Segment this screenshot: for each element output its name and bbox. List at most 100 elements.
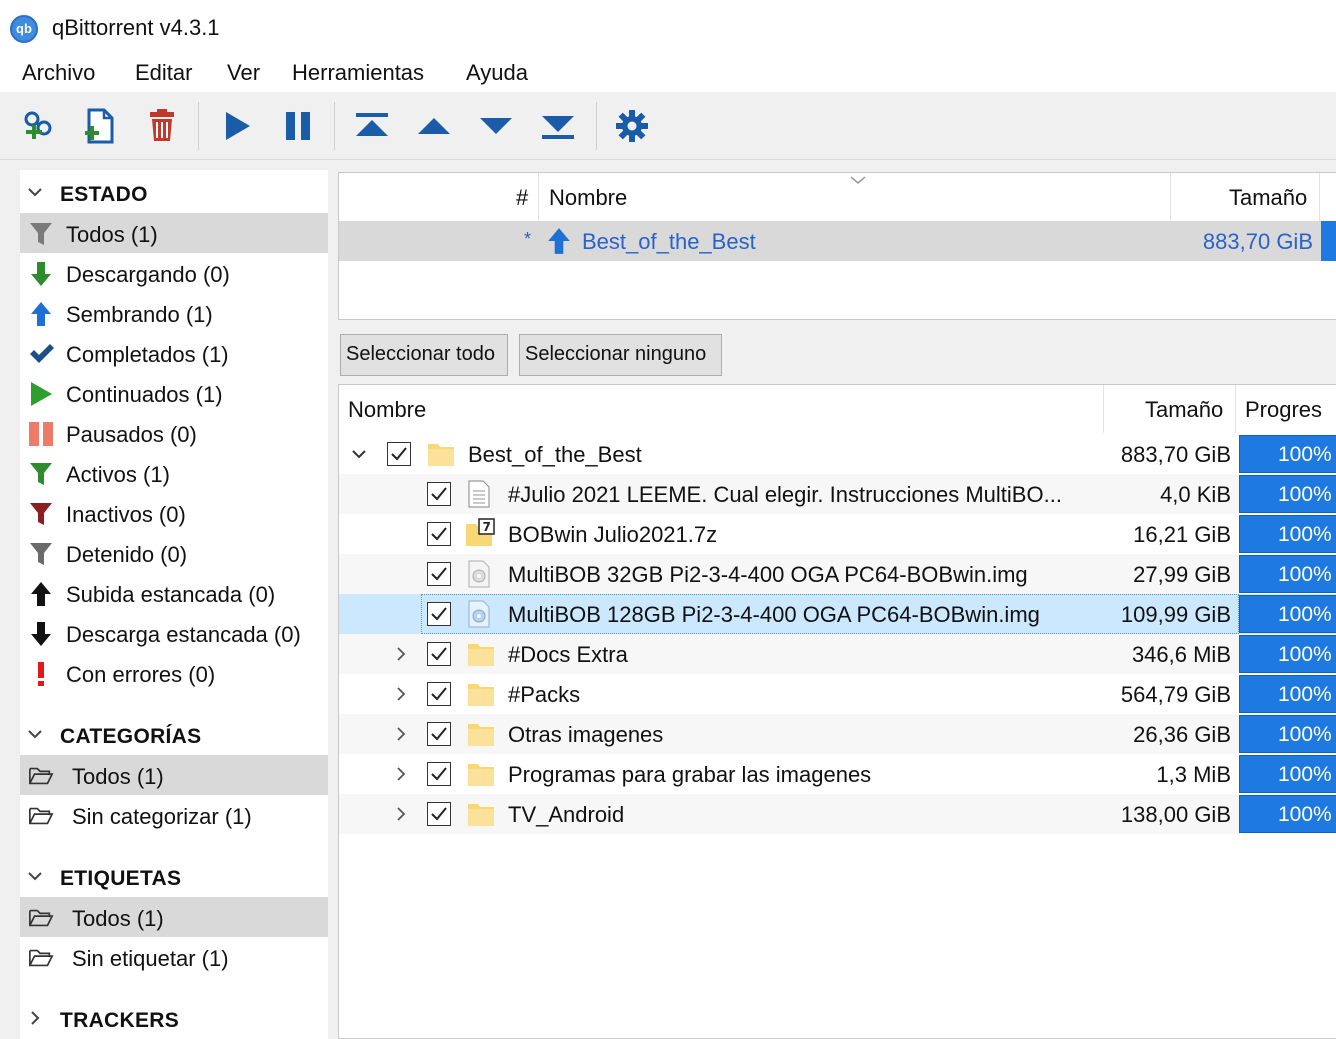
select-all-button[interactable]: Seleccionar todo [340,334,508,376]
file-row[interactable]: #Packs 564,79 GiB 100% [339,674,1336,714]
archive-file-icon: 7 [466,518,495,546]
sidebar-item-inactivos[interactable]: Inactivos (0) [20,493,328,533]
sidebar-category-todos[interactable]: Todos (1) [20,755,328,795]
sidebar-item-label: Inactivos (0) [66,502,186,527]
chevron-right-icon[interactable] [391,644,411,664]
file-row[interactable]: Best_of_the_Best 883,70 GiB 100% [339,434,1336,474]
file-checkbox[interactable] [427,762,451,786]
chevron-right-icon[interactable] [391,804,411,824]
sidebar-tag-todos[interactable]: Todos (1) [20,897,328,937]
move-up-icon[interactable] [412,104,456,148]
folder-icon [468,684,494,706]
sidebar-item-completados[interactable]: Completados (1) [20,333,328,373]
seeding-upload-icon [548,228,570,254]
file-checkbox[interactable] [427,642,451,666]
folder-icon [428,444,454,466]
sidebar-item-activos[interactable]: Activos (1) [20,453,328,493]
chevron-right-icon[interactable] [391,724,411,744]
file-checkbox[interactable] [427,482,451,506]
column-separator [1103,385,1104,433]
toolbar-separator [334,102,335,150]
sidebar-item-descargando[interactable]: Descargando (0) [20,253,328,293]
move-bottom-icon[interactable] [536,104,580,148]
select-none-button[interactable]: Seleccionar ninguno [519,334,722,376]
chevron-right-icon[interactable] [391,764,411,784]
chevron-down-icon [28,872,42,881]
file-checkbox[interactable] [427,562,451,586]
play-icon [28,381,54,407]
filter-icon [28,221,54,247]
sidebar-item-detenido[interactable]: Detenido (0) [20,533,328,573]
file-size: 109,99 GiB [1120,602,1231,627]
section-trackers-header[interactable]: TRACKERS [20,999,328,1039]
section-estado-header[interactable]: ESTADO [20,173,328,213]
file-row[interactable]: #Docs Extra 346,6 MiB 100% [339,634,1336,674]
sidebar-item-label: Pausados (0) [66,422,197,447]
section-trackers-title: TRACKERS [60,1009,180,1032]
file-row-selected[interactable]: MultiBOB 128GB Pi2-3-4-400 OGA PC64-BOBw… [339,594,1336,634]
folder-icon [468,724,494,746]
chevron-down-icon [28,188,42,197]
menu-ver[interactable]: Ver [227,60,260,86]
folder-icon [468,644,494,666]
settings-gear-icon[interactable] [610,104,654,148]
file-row[interactable]: Programas para grabar las imagenes 1,3 M… [339,754,1336,794]
delete-icon[interactable] [140,104,184,148]
file-checkbox[interactable] [427,522,451,546]
sidebar-item-todos[interactable]: Todos (1) [20,213,328,253]
torrent-name: Best_of_the_Best [582,229,756,254]
chevron-right-icon[interactable] [391,684,411,704]
sidebar-tag-sin-etiquetar[interactable]: Sin etiquetar (1) [20,937,328,977]
pause-icon [28,421,54,447]
add-link-icon[interactable] [16,104,60,148]
resume-icon[interactable] [214,104,258,148]
sidebar-item-label: Todos (1) [72,764,164,789]
column-header-progress[interactable]: Progres [1245,397,1322,423]
file-checkbox[interactable] [427,722,451,746]
upload-arrow-icon [28,301,54,327]
file-name: #Docs Extra [508,642,628,667]
toolbar-separator [198,102,199,150]
sidebar-item-label: Subida estancada (0) [66,582,276,607]
move-down-icon[interactable] [474,104,518,148]
sidebar-item-sembrando[interactable]: Sembrando (1) [20,293,328,333]
sidebar-item-label: Completados (1) [66,342,229,367]
sort-indicator-icon [850,176,866,184]
file-row[interactable]: Otras imagenes 26,36 GiB 100% [339,714,1336,754]
move-top-icon[interactable] [350,104,394,148]
file-progress-bar: 100% [1239,475,1336,513]
filter-green-icon [28,461,54,487]
section-etiquetas-header[interactable]: ETIQUETAS [20,857,328,897]
file-name: MultiBOB 128GB Pi2-3-4-400 OGA PC64-BOBw… [508,602,1040,627]
file-size: 138,00 GiB [1120,802,1231,827]
torrent-row[interactable]: * Best_of_the_Best 883,70 GiB [339,221,1336,261]
pause-icon[interactable] [276,104,320,148]
file-checkbox[interactable] [427,602,451,626]
section-categorias-header[interactable]: CATEGORÍAS [20,715,328,755]
chevron-down-icon[interactable] [349,444,369,464]
folder-outline-icon [28,945,54,971]
menu-ayuda[interactable]: Ayuda [466,60,528,86]
sidebar-item-continuados[interactable]: Continuados (1) [20,373,328,413]
file-row[interactable]: #Julio 2021 LEEME. Cual elegir. Instrucc… [339,474,1336,514]
column-header-size[interactable]: Tamaño [1145,397,1223,423]
sidebar-item-subida-estancada[interactable]: Subida estancada (0) [20,573,328,613]
file-checkbox[interactable] [427,682,451,706]
file-row[interactable]: TV_Android 138,00 GiB 100% [339,794,1336,834]
error-icon [28,661,54,687]
file-row[interactable]: MultiBOB 32GB Pi2-3-4-400 OGA PC64-BOBwi… [339,554,1336,594]
menu-herramientas[interactable]: Herramientas [292,60,424,86]
sidebar-item-descarga-estancada[interactable]: Descarga estancada (0) [20,613,328,653]
sidebar-item-con-errores[interactable]: Con errores (0) [20,653,328,693]
menu-bar: Archivo Editar Ver Herramientas Ayuda [0,52,1336,92]
column-header-name[interactable]: Nombre [348,397,426,423]
sidebar-category-sin-categorizar[interactable]: Sin categorizar (1) [20,795,328,835]
file-row[interactable]: 7 BOBwin Julio2021.7z 16,21 GiB 100% [339,514,1336,554]
menu-editar[interactable]: Editar [135,60,192,86]
file-tree: Nombre Tamaño Progres Best_of_the_Best 8… [338,384,1336,1039]
sidebar-item-pausados[interactable]: Pausados (0) [20,413,328,453]
menu-archivo[interactable]: Archivo [22,60,95,86]
add-file-icon[interactable] [78,104,122,148]
file-checkbox[interactable] [387,442,411,466]
file-checkbox[interactable] [427,802,451,826]
